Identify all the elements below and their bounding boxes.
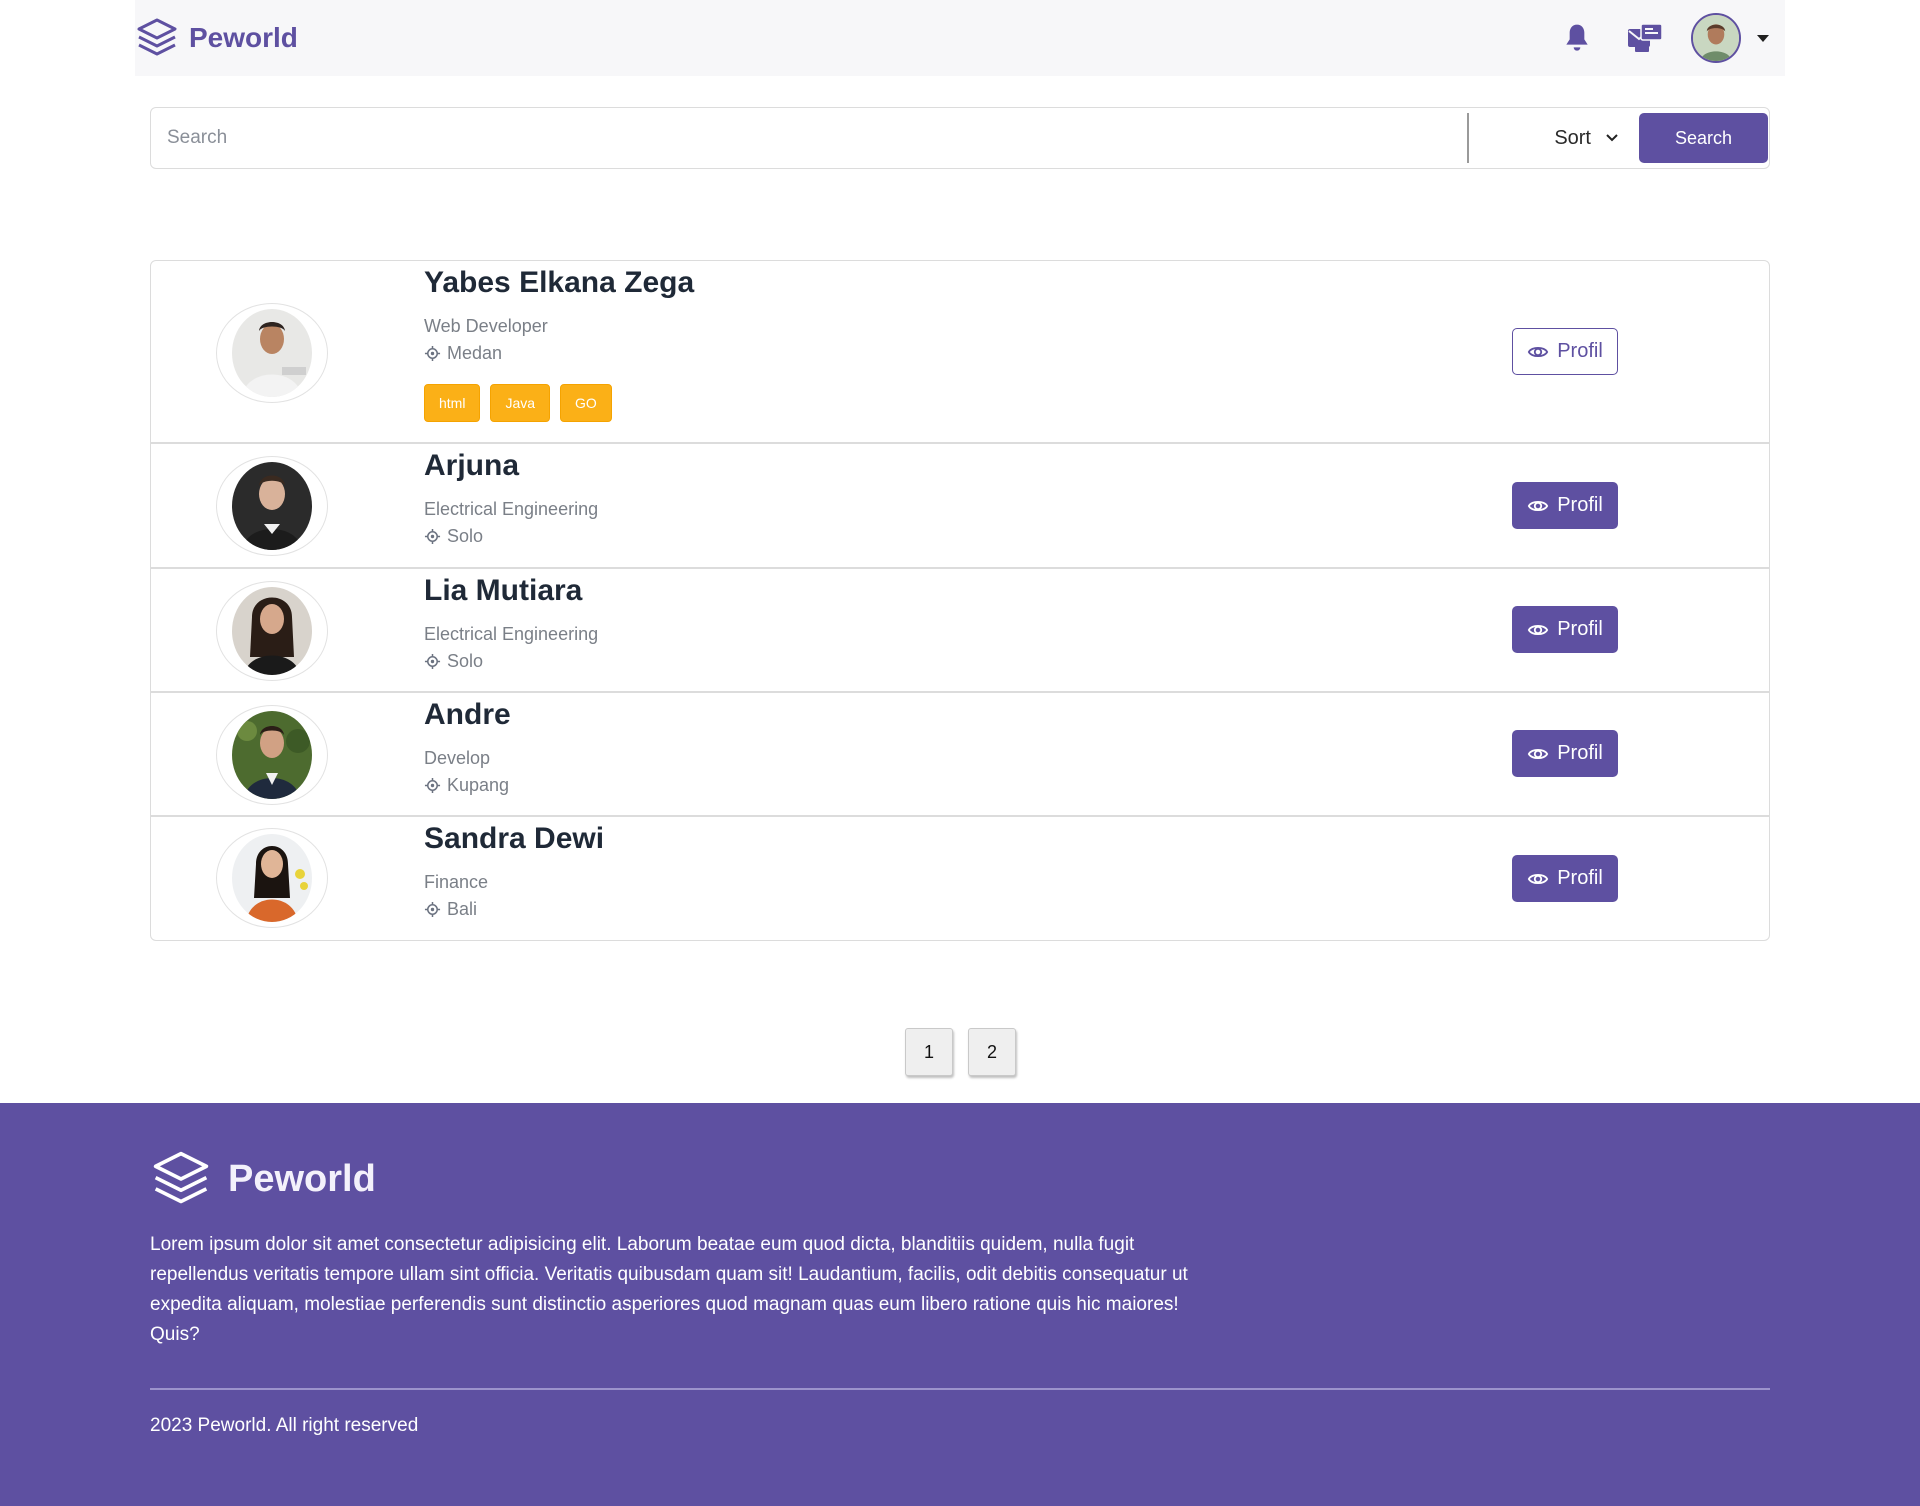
worker-name: Lia Mutiara: [424, 574, 583, 607]
worker-location-text: Kupang: [447, 775, 510, 795]
worker-job: Electrical Engineering: [424, 624, 599, 644]
profil-label: Profil: [1557, 618, 1603, 640]
search-bar: Sort Search: [150, 107, 1770, 169]
worker-location-text: Solo: [447, 526, 484, 546]
worker-name: Andre: [424, 698, 511, 731]
worker-photo: [216, 303, 328, 403]
location-crosshair-icon: [424, 777, 441, 793]
eye-icon: [1528, 873, 1549, 884]
worker-card: Yabes Elkana Zega Web Developer Medan ht…: [151, 261, 1769, 444]
eye-icon: [1528, 500, 1549, 511]
chevron-down-icon: [1606, 134, 1618, 142]
page-button-2[interactable]: 2: [968, 1028, 1016, 1076]
worker-photo: [216, 828, 328, 928]
worker-location: Bali: [424, 898, 604, 920]
footer-brand: Peworld: [150, 1148, 376, 1210]
layers-logo-icon: [135, 16, 179, 60]
pagination: 1 2: [905, 1028, 1031, 1076]
worker-photo: [216, 581, 328, 681]
worker-location-text: Medan: [447, 343, 503, 363]
worker-job: Electrical Engineering: [424, 499, 599, 519]
worker-list: Yabes Elkana Zega Web Developer Medan ht…: [150, 260, 1770, 941]
location-crosshair-icon: [424, 528, 441, 544]
brand-name: Peworld: [189, 22, 298, 53]
worker-info: Arjuna Electrical Engineering Solo: [424, 448, 598, 547]
worker-job: Finance: [424, 872, 489, 892]
sort-dropdown[interactable]: Sort: [1469, 127, 1639, 150]
worker-location: Kupang: [424, 774, 511, 796]
footer: Peworld Lorem ipsum dolor sit amet conse…: [0, 1103, 1920, 1506]
worker-card: Arjuna Electrical Engineering Solo Profi…: [151, 444, 1769, 569]
profil-button[interactable]: Profil: [1512, 328, 1618, 375]
page-button-1[interactable]: 1: [905, 1028, 953, 1076]
worker-location-text: Solo: [447, 651, 484, 671]
skill-tags: html Java GO: [424, 384, 694, 422]
navbar: Peworld: [135, 0, 1785, 76]
search-input[interactable]: [151, 108, 1467, 168]
mail-icon[interactable]: [1627, 20, 1663, 56]
profil-button[interactable]: Profil: [1512, 482, 1618, 529]
footer-copyright: 2023 Peworld. All right reserved: [150, 1415, 419, 1436]
profil-label: Profil: [1557, 867, 1603, 889]
worker-card: Lia Mutiara Electrical Engineering Solo …: [151, 569, 1769, 693]
worker-card: Sandra Dewi Finance Bali Profil: [151, 817, 1769, 940]
worker-name: Sandra Dewi: [424, 822, 605, 855]
worker-photo: [216, 705, 328, 805]
skill-tag: Java: [490, 384, 551, 422]
worker-job: Develop: [424, 748, 491, 768]
profil-label: Profil: [1557, 742, 1603, 764]
worker-name: Arjuna: [424, 449, 520, 482]
profil-button[interactable]: Profil: [1512, 606, 1618, 653]
worker-photo: [216, 456, 328, 556]
layers-logo-icon: [153, 1151, 209, 1204]
footer-description: Lorem ipsum dolor sit amet consectetur a…: [150, 1234, 1188, 1345]
location-crosshair-icon: [424, 345, 441, 361]
nav-actions: [1527, 0, 1785, 76]
profil-label: Profil: [1557, 340, 1603, 362]
worker-info: Sandra Dewi Finance Bali: [424, 821, 604, 920]
profil-button[interactable]: Profil: [1512, 730, 1618, 777]
worker-name: Yabes Elkana Zega: [424, 266, 695, 299]
eye-icon: [1528, 624, 1549, 635]
worker-location-text: Bali: [447, 899, 478, 919]
skill-tag: html: [424, 384, 481, 422]
bell-icon[interactable]: [1559, 20, 1595, 56]
search-button[interactable]: Search: [1639, 113, 1768, 163]
worker-location: Medan: [424, 342, 694, 364]
profil-button[interactable]: Profil: [1512, 855, 1618, 902]
location-crosshair-icon: [424, 653, 441, 669]
caret-down-icon[interactable]: [1757, 34, 1769, 42]
worker-location: Solo: [424, 525, 598, 547]
footer-brand-name: Peworld: [228, 1157, 376, 1200]
worker-location: Solo: [424, 650, 598, 672]
footer-divider: [150, 1388, 1770, 1390]
worker-job: Web Developer: [424, 316, 548, 336]
worker-card: Andre Develop Kupang Profil: [151, 693, 1769, 817]
sort-label: Sort: [1554, 126, 1591, 149]
eye-icon: [1528, 748, 1549, 759]
skill-tag: GO: [560, 384, 612, 422]
eye-icon: [1528, 346, 1549, 357]
worker-info: Lia Mutiara Electrical Engineering Solo: [424, 573, 598, 672]
brand-logo-link[interactable]: Peworld: [135, 16, 298, 60]
worker-info: Yabes Elkana Zega Web Developer Medan ht…: [424, 265, 694, 422]
user-avatar[interactable]: [1691, 13, 1741, 63]
profil-label: Profil: [1557, 494, 1603, 516]
location-crosshair-icon: [424, 901, 441, 917]
worker-info: Andre Develop Kupang: [424, 697, 511, 796]
